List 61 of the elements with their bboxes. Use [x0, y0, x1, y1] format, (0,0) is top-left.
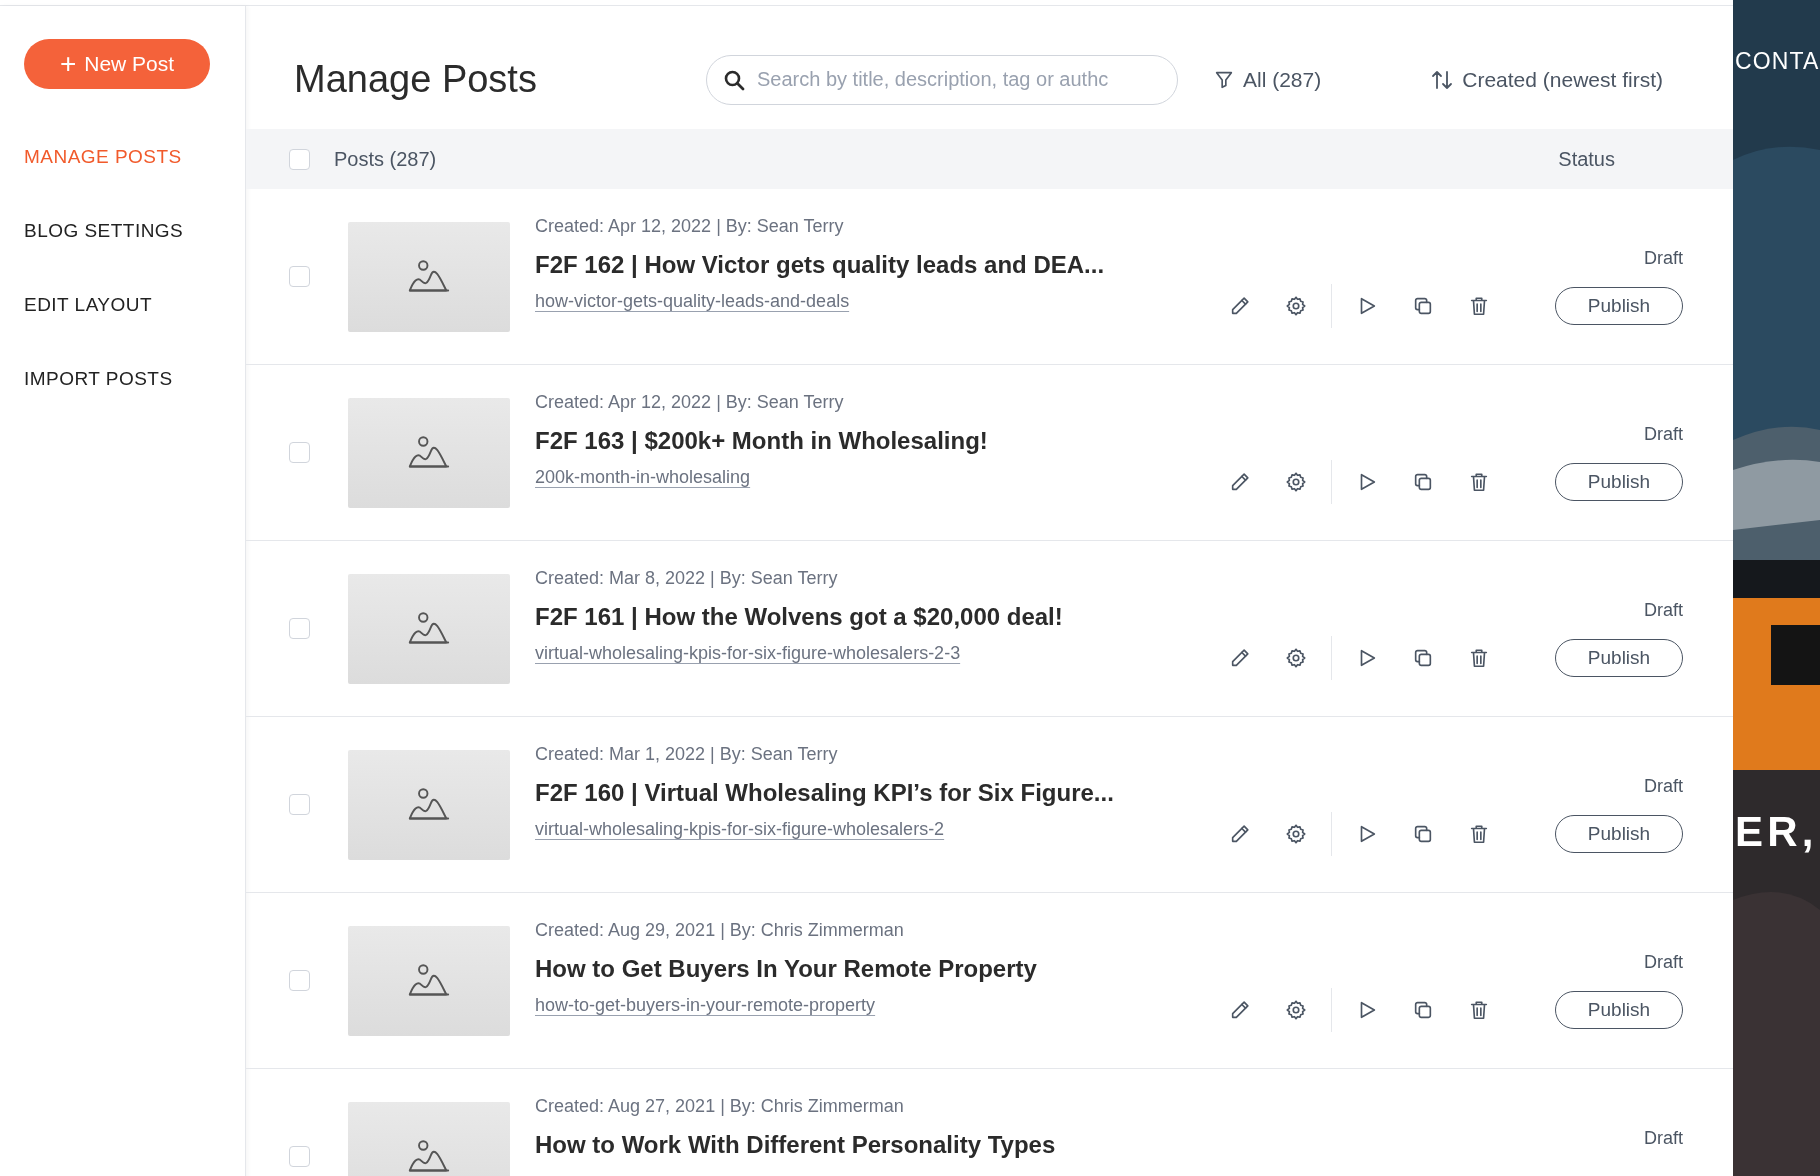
post-meta: Created: Apr 12, 2022 | By: Sean Terry — [535, 391, 845, 414]
duplicate-icon — [1412, 823, 1434, 845]
checkbox[interactable] — [289, 442, 310, 463]
sidebar-item[interactable]: IMPORT POSTS — [24, 367, 245, 391]
post-title[interactable]: F2F 163 | $200k+ Month in Wholesaling! — [535, 426, 1155, 456]
edit-icon — [1229, 999, 1251, 1021]
column-header: Status — [1558, 147, 1615, 172]
post-meta: Created: Mar 8, 2022 | By: Sean Terry — [535, 567, 839, 590]
delete-icon — [1468, 647, 1490, 669]
duplicate-icon — [1412, 471, 1434, 493]
filter-button[interactable]: All (287) — [1213, 63, 1322, 96]
sidebar-item[interactable]: BLOG SETTINGS — [24, 219, 245, 243]
checkbox[interactable] — [289, 1146, 310, 1167]
delete-icon — [1468, 823, 1490, 845]
status-label: Draft — [1644, 775, 1683, 798]
delete-icon — [1468, 999, 1490, 1021]
post-meta: Created: Aug 29, 2021 | By: Chris Zimmerman — [535, 919, 905, 942]
status-label: Draft — [1644, 247, 1683, 270]
edit-icon — [1229, 823, 1251, 845]
post-link[interactable]: virtual-wholesaling-kpis-for-six-figure-wholesalers-2-3 — [535, 640, 961, 667]
post-title[interactable]: F2F 162 | How Victor gets quality leads and DEA... — [535, 250, 1155, 280]
post-meta: Created: Apr 12, 2022 | By: Sean Terry — [535, 215, 845, 238]
post-title[interactable]: How to Get Buyers In Your Remote Property — [535, 954, 1155, 984]
sidebar-item[interactable]: EDIT LAYOUT — [24, 293, 245, 317]
checkbox[interactable] — [289, 266, 310, 287]
settings-icon — [1285, 471, 1307, 493]
checkbox[interactable] — [289, 794, 310, 815]
status-label: Draft — [1644, 951, 1683, 974]
checkbox[interactable] — [289, 618, 310, 639]
status-label: Draft — [1644, 599, 1683, 622]
delete-icon — [1468, 295, 1490, 317]
duplicate-icon — [1412, 295, 1434, 317]
status-label: Draft — [1644, 1127, 1683, 1150]
edit-icon — [1229, 471, 1251, 493]
post-meta: Created: Aug 27, 2021 | By: Chris Zimmerman — [535, 1095, 905, 1118]
settings-icon — [1285, 295, 1307, 317]
duplicate-icon — [1412, 999, 1434, 1021]
page-title: Manage Posts — [294, 57, 538, 102]
edit-icon — [1229, 647, 1251, 669]
post-title[interactable]: How to Work With Different Personality Types — [535, 1130, 1155, 1160]
post-link[interactable]: how-to-get-buyers-in-your-remote-property — [535, 992, 876, 1019]
hero-heading: ER, — [1735, 807, 1818, 857]
delete-icon — [1468, 471, 1490, 493]
settings-icon — [1285, 999, 1307, 1021]
settings-icon — [1285, 823, 1307, 845]
status-label: Draft — [1644, 423, 1683, 446]
post-link[interactable]: virtual-wholesaling-kpis-for-six-figure-wholesalers-2 — [535, 816, 945, 843]
post-title[interactable]: F2F 161 | How the Wolvens got a $20,000 deal! — [535, 602, 1155, 632]
edit-icon — [1229, 295, 1251, 317]
search-field[interactable]: Search by title, description, tag or authc — [706, 54, 1178, 105]
column-header: Posts (287) — [334, 147, 437, 172]
checkbox[interactable] — [289, 970, 310, 991]
settings-icon — [1285, 647, 1307, 669]
post-title[interactable]: F2F 160 | Virtual Wholesaling KPI’s for Six Figure... — [535, 778, 1155, 808]
post-link[interactable]: how-victor-gets-quality-leads-and-deals — [535, 288, 850, 315]
post-link[interactable]: 200k-month-in-wholesaling — [535, 464, 751, 491]
sort-button[interactable]: Created (newest first) — [1430, 63, 1663, 96]
nav-link[interactable]: CONTA — [1735, 44, 1820, 79]
checkbox[interactable] — [289, 148, 310, 170]
duplicate-icon — [1412, 647, 1434, 669]
post-meta: Created: Mar 1, 2022 | By: Sean Terry — [535, 743, 839, 766]
